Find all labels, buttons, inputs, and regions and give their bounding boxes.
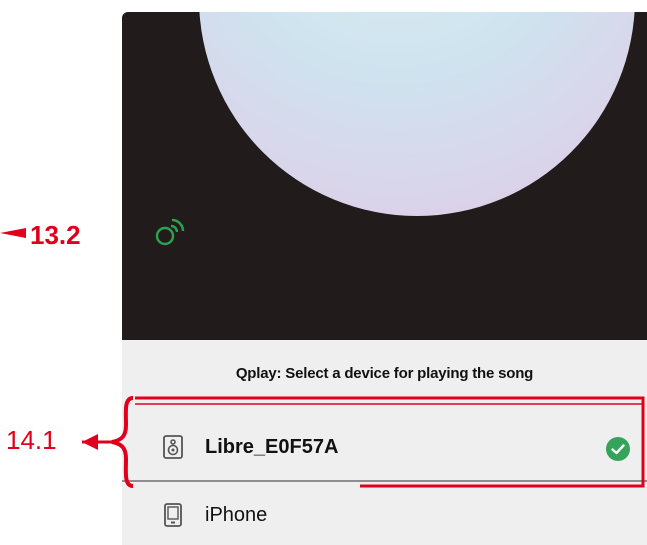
annotation-label: 13.2 — [30, 220, 81, 250]
arrow-icon — [0, 228, 26, 238]
annotation-label: 14.1 — [6, 425, 57, 455]
device-row-iphone[interactable]: iPhone — [122, 482, 647, 545]
arrow-icon — [82, 434, 98, 450]
device-select-sheet: Qplay: Select a device for playing the s… — [122, 340, 647, 545]
player-screen: Qplay: Select a device for playing the s… — [122, 12, 647, 545]
phone-icon — [164, 503, 182, 527]
now-playing-area — [122, 12, 647, 340]
speaker-icon — [163, 435, 183, 459]
device-name: iPhone — [205, 503, 268, 526]
device-row-libre[interactable]: Libre_E0F57A — [122, 414, 647, 480]
sheet-title: Qplay: Select a device for playing the s… — [235, 365, 534, 382]
cast-icon[interactable] — [151, 214, 187, 250]
album-art-disc — [199, 12, 635, 216]
device-name: Libre_E0F57A — [205, 435, 339, 458]
check-icon — [606, 437, 630, 461]
